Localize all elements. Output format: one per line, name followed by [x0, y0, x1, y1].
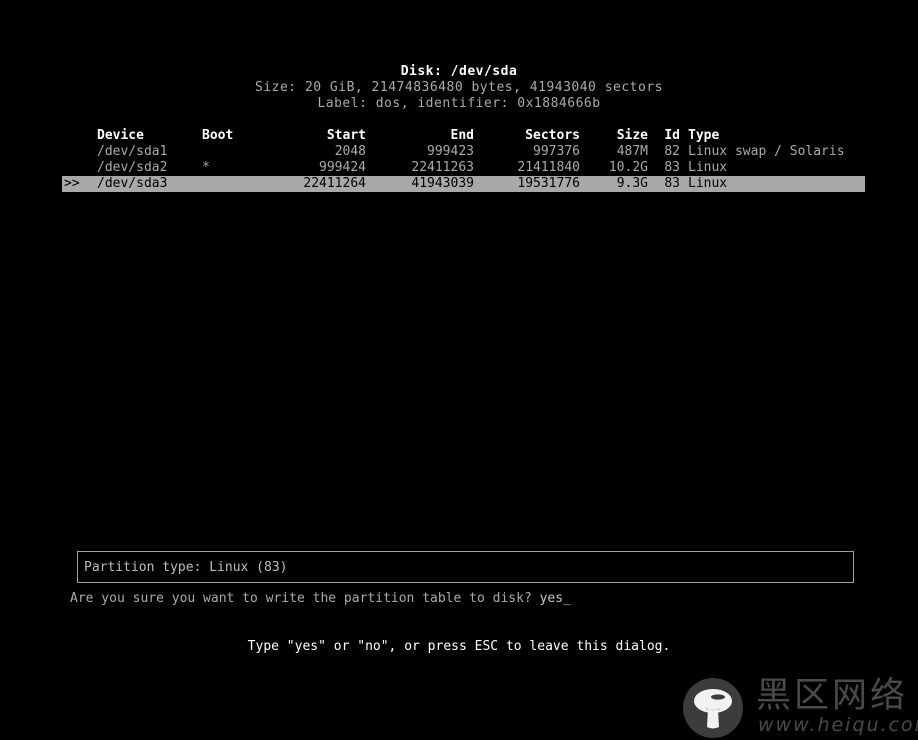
partition-type-text: Partition type: Linux (83)	[84, 560, 288, 575]
row-device: /dev/sda1	[97, 144, 168, 159]
row-start: 2048	[334, 144, 366, 159]
row-type: Linux	[688, 160, 728, 175]
column-header-end: End	[450, 128, 474, 143]
row-end: 22411263	[411, 160, 474, 175]
row-boot-flag	[202, 144, 262, 160]
column-header-sectors: Sectors	[525, 128, 580, 143]
prompt-answer-input[interactable]: yes	[540, 591, 563, 606]
row-boot-flag	[202, 176, 262, 192]
column-header-start: Start	[326, 128, 366, 143]
dialog-hint-text: Type "yes" or "no", or press ESC to leav…	[247, 639, 671, 654]
row-end: 41943039	[411, 176, 474, 191]
write-confirmation-prompt[interactable]: Are you sure you want to write the parti…	[70, 591, 571, 607]
row-boot-flag: *	[202, 160, 210, 175]
prompt-question-text: Are you sure you want to write the parti…	[70, 591, 540, 606]
row-size: 10.2G	[608, 160, 648, 175]
text-cursor: _	[563, 591, 571, 606]
terminal-screen: Disk: /dev/sda Size: 20 GiB, 21474836480…	[0, 0, 918, 740]
watermark-brand-name: 黑区网络	[756, 676, 909, 716]
row-device: /dev/sda3	[97, 176, 168, 191]
row-sectors: 21411840	[517, 160, 580, 175]
row-end: 999423	[427, 144, 474, 159]
mushroom-icon	[683, 678, 743, 738]
row-selection-marker	[64, 144, 90, 160]
row-start: 999424	[319, 160, 366, 175]
row-size: 9.3G	[616, 176, 648, 191]
disk-title: Disk: /dev/sda	[400, 64, 518, 79]
row-selection-marker: >>	[64, 176, 80, 191]
disk-size-line: Size: 20 GiB, 21474836480 bytes, 4194304…	[254, 80, 663, 95]
row-id: 83	[664, 176, 680, 191]
column-header-boot: Boot	[202, 128, 234, 143]
column-header-size: Size	[616, 128, 648, 143]
column-header-device: Device	[97, 128, 144, 143]
row-id: 83	[664, 160, 680, 175]
row-device: /dev/sda2	[97, 160, 168, 175]
table-header-row: Device Boot Start End Sectors Size Id Ty…	[62, 128, 865, 144]
watermark: 黑区网络 www.heiqu.com	[680, 674, 918, 740]
column-header-id: Id	[664, 128, 680, 143]
row-sectors: 997376	[533, 144, 580, 159]
watermark-url: www.heiqu.com	[758, 714, 918, 736]
partition-type-info-box: Partition type: Linux (83)	[77, 551, 854, 583]
row-start: 22411264	[303, 176, 366, 191]
row-sectors: 19531776	[517, 176, 580, 191]
row-size: 487M	[616, 144, 648, 159]
table-row-selected[interactable]: >> /dev/sda3 22411264 41943039 19531776 …	[62, 176, 865, 192]
partition-table: Device Boot Start End Sectors Size Id Ty…	[62, 128, 865, 192]
table-row[interactable]: /dev/sda2 * 999424 22411263 21411840 10.…	[62, 160, 865, 176]
row-type: Linux	[688, 176, 728, 191]
row-selection-marker	[64, 160, 90, 176]
disk-header: Disk: /dev/sda Size: 20 GiB, 21474836480…	[0, 64, 918, 112]
row-id: 82	[664, 144, 680, 159]
column-header-type: Type	[688, 128, 720, 143]
disk-label-line: Label: dos, identifier: 0x1884666b	[317, 96, 601, 111]
table-row[interactable]: /dev/sda1 2048 999423 997376 487M 82 Lin…	[62, 144, 865, 160]
row-type: Linux swap / Solaris	[688, 144, 845, 159]
column-header-marker	[64, 128, 90, 144]
